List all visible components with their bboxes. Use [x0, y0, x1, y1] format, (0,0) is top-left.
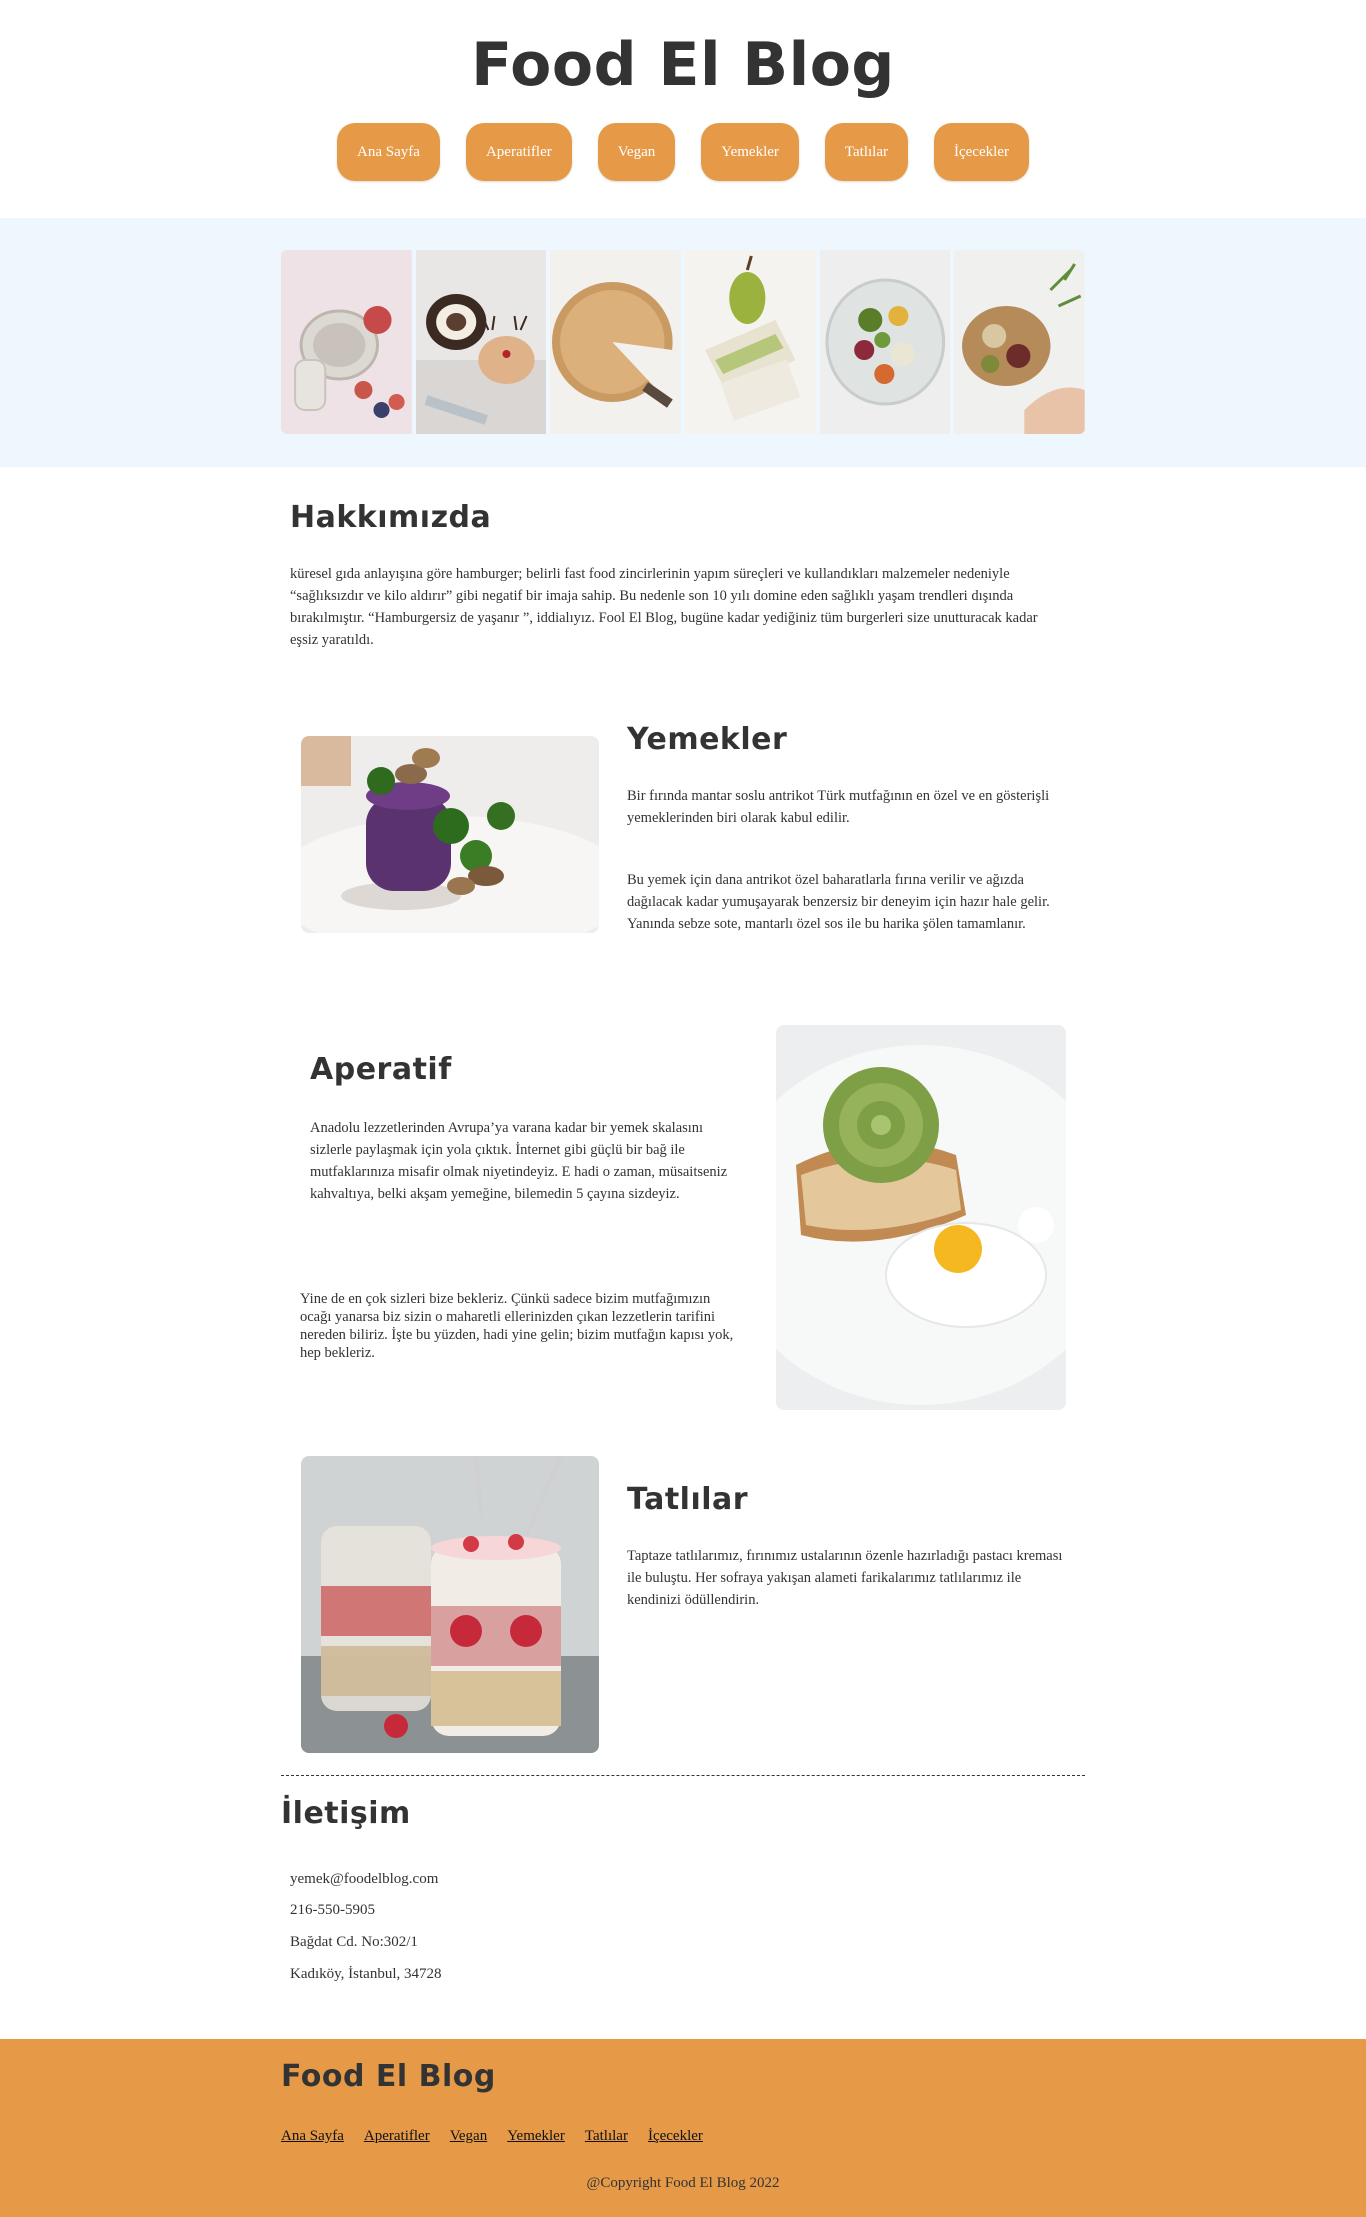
yemekler-text-2: Bu yemek için dana antrikot özel baharat… — [627, 872, 1050, 932]
nav-yemekler-button[interactable]: Yemekler — [701, 123, 799, 181]
aperatif-image — [776, 1025, 1066, 1410]
about-text: küresel gıda anlayışına göre hamburger; … — [290, 566, 1038, 648]
banner — [0, 218, 1366, 467]
footer-title: Food El Blog — [281, 2059, 496, 2094]
contact-address-line-1: Bağdat Cd. No:302/1 — [290, 1934, 418, 1950]
footer-link-yemekler[interactable]: Yemekler — [507, 2128, 565, 2145]
section-divider — [281, 1775, 1085, 1776]
copyright-text: @Copyright Food El Blog 2022 — [586, 2175, 780, 2191]
about-heading: Hakkımızda — [290, 500, 492, 535]
footer-link-ana-sayfa[interactable]: Ana Sayfa — [281, 2128, 344, 2145]
banner-image-strip — [281, 250, 1085, 434]
banner-image-roll-cake — [415, 250, 547, 434]
footer-nav: Ana Sayfa Aperatifler Vegan Yemekler Tat… — [281, 2128, 703, 2145]
footer-link-vegan[interactable]: Vegan — [450, 2128, 488, 2145]
site-footer: Food El Blog Ana Sayfa Aperatifler Vegan… — [0, 2039, 1366, 2217]
banner-image-hand-bowl — [954, 250, 1085, 434]
site-title: Food El Blog — [471, 30, 895, 100]
footer-link-icecekler[interactable]: İçecekler — [648, 2128, 703, 2145]
contact-heading: İletişim — [281, 1796, 411, 1831]
tatlilar-image — [301, 1456, 599, 1753]
nav-ana-sayfa-button[interactable]: Ana Sayfa — [337, 123, 440, 181]
main-nav: Ana Sayfa Aperatifler Vegan Yemekler Tat… — [0, 123, 1366, 181]
footer-link-aperatifler[interactable]: Aperatifler — [364, 2128, 430, 2145]
contact-phone: 216-550-5905 — [290, 1902, 375, 1918]
contact-email: yemek@foodelblog.com — [290, 1871, 439, 1887]
banner-image-salad-bowl — [819, 250, 951, 434]
aperatif-heading: Aperatif — [310, 1052, 452, 1087]
tatlilar-text: Taptaze tatlılarımız, fırınımız ustaları… — [627, 1548, 1063, 1608]
banner-image-pear-sandwich — [685, 250, 816, 434]
tatlilar-heading: Tatlılar — [627, 1482, 749, 1517]
yemekler-text-1: Bir fırında mantar soslu antrikot Türk m… — [627, 788, 1050, 826]
banner-image-chia-jar — [281, 250, 412, 434]
aperatif-text-2: Yine de en çok sizleri bize bekleriz. Çü… — [300, 1291, 734, 1361]
site-header: Food El Blog Ana Sayfa Aperatifler Vegan… — [0, 0, 1366, 218]
yemekler-image — [301, 736, 599, 933]
nav-icecekler-button[interactable]: İçecekler — [934, 123, 1029, 181]
footer-link-tatlilar[interactable]: Tatlılar — [585, 2128, 628, 2145]
nav-tatlilar-button[interactable]: Tatlılar — [824, 123, 908, 181]
banner-image-pie — [550, 250, 682, 434]
contact-address-line-2: Kadıköy, İstanbul, 34728 — [290, 1966, 442, 1982]
nav-aperatifler-button[interactable]: Aperatifler — [465, 123, 572, 181]
aperatif-text-1: Anadolu lezzetlerinden Avrupa’ya varana … — [310, 1120, 728, 1202]
nav-vegan-button[interactable]: Vegan — [597, 123, 676, 181]
yemekler-heading: Yemekler — [627, 722, 788, 757]
